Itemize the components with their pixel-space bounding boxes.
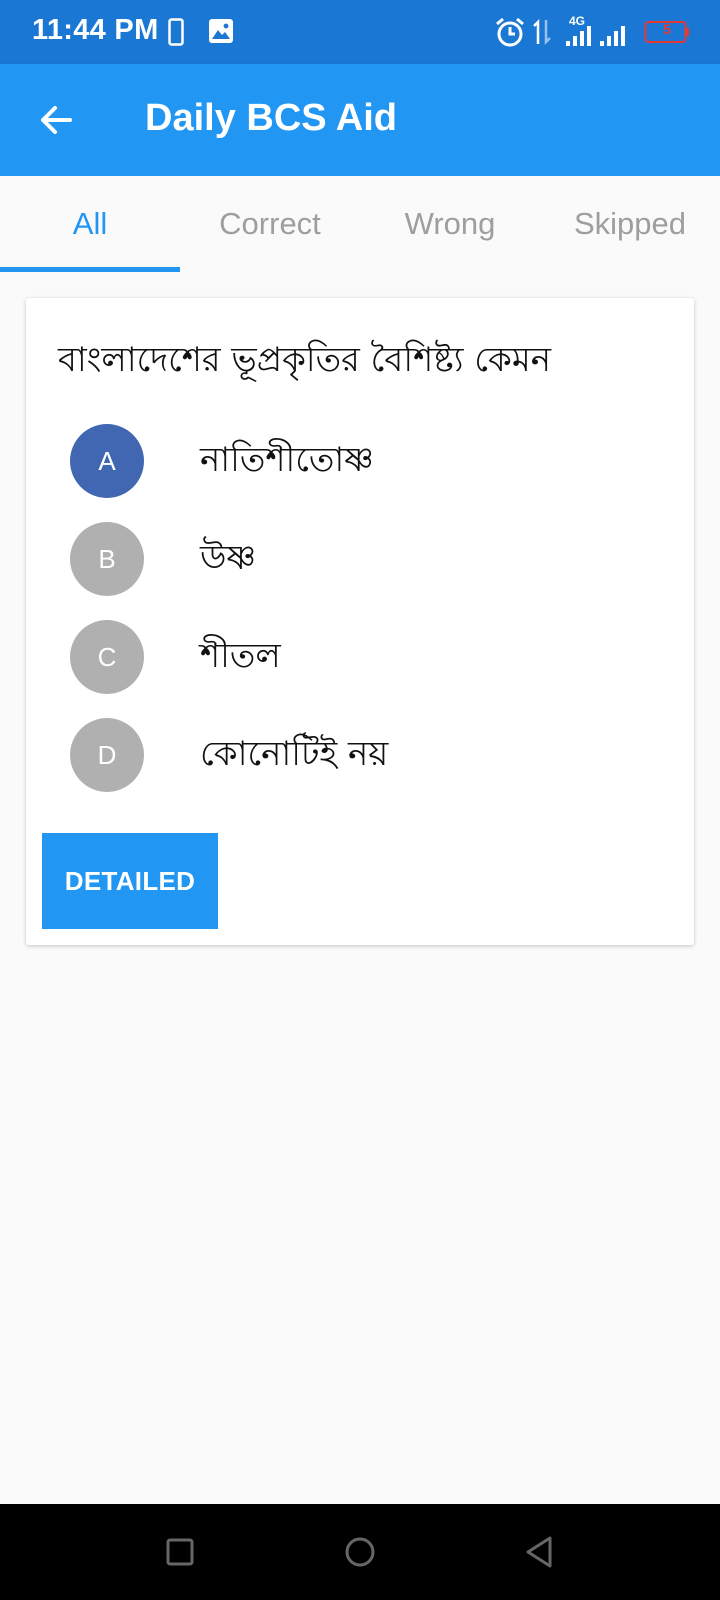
option-text: কোনোটিই নয়: [200, 734, 389, 774]
recents-square-icon[interactable]: [160, 1532, 200, 1572]
question-card: বাংলাদেশের ভূপ্রকৃতির বৈশিষ্ট্য কেমন A ন…: [26, 298, 694, 945]
question-text: বাংলাদেশের ভূপ্রকৃতির বৈশিষ্ট্য কেমন: [58, 340, 551, 380]
option-a[interactable]: A নাতিশীতোষ্ণ: [70, 424, 650, 498]
app-bar: Daily BCS Aid: [0, 64, 720, 176]
system-nav-bar: [0, 1504, 720, 1600]
option-letter-badge: D: [70, 718, 144, 792]
home-circle-icon[interactable]: [340, 1532, 380, 1572]
option-letter-badge: A: [70, 424, 144, 498]
arrow-left-icon[interactable]: [36, 100, 76, 140]
option-text: নাতিশীতোষ্ণ: [200, 440, 374, 480]
active-tab-indicator: [0, 267, 180, 272]
option-b[interactable]: B উষ্ণ: [70, 522, 650, 596]
status-bar: 11:44 PM 4G 5: [0, 0, 720, 64]
data-transfer-icon: [532, 18, 552, 51]
signal-icon: [566, 26, 636, 51]
option-letter-badge: B: [70, 522, 144, 596]
battery-level: 5: [663, 21, 671, 37]
option-letter-badge: C: [70, 620, 144, 694]
phone-icon: [168, 18, 184, 51]
option-text: শীতল: [200, 636, 281, 676]
option-text: উষ্ণ: [200, 538, 257, 578]
detailed-button[interactable]: DETAILED: [42, 833, 218, 929]
status-time: 11:44 PM: [32, 14, 159, 46]
filter-tabs: All Correct Wrong Skipped: [0, 176, 720, 272]
back-triangle-icon[interactable]: [520, 1532, 560, 1572]
alarm-icon: [494, 16, 526, 53]
option-c[interactable]: C শীতল: [70, 620, 650, 694]
tab-wrong[interactable]: Wrong: [360, 176, 540, 272]
image-icon: [208, 18, 234, 49]
tab-all[interactable]: All: [0, 176, 180, 272]
tab-skipped[interactable]: Skipped: [540, 176, 720, 272]
option-d[interactable]: D কোনোটিই নয়: [70, 718, 650, 792]
app-title: Daily BCS Aid: [145, 97, 397, 139]
tab-correct[interactable]: Correct: [180, 176, 360, 272]
